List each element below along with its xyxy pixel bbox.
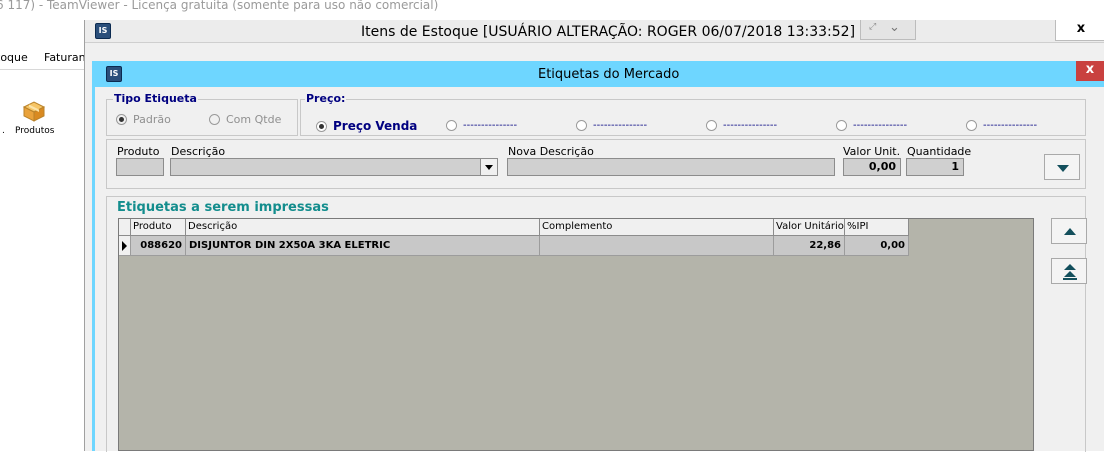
quantidade-input[interactable]: 1 <box>906 158 964 176</box>
radio-dot-icon <box>966 120 977 131</box>
etiquetas-section-title: Etiquetas a serem impressas <box>117 200 329 215</box>
radio-preco-6-label: --------------- <box>983 120 1038 131</box>
cell-complemento[interactable] <box>540 236 774 256</box>
dialog-title: Etiquetas do Mercado <box>538 67 680 82</box>
nova-descricao-label: Nova Descrição <box>508 145 594 158</box>
radio-dot-icon <box>836 120 847 131</box>
radio-dot-icon <box>576 120 587 131</box>
teamviewer-title-bar: 6 117) - TeamViewer - Licença gratuita (… <box>0 0 1104 20</box>
radio-dot-icon <box>316 120 327 132</box>
restore-icon[interactable]: ⤢ <box>869 22 876 32</box>
produtos-box-icon[interactable] <box>22 100 46 122</box>
radio-preco-5-label: --------------- <box>853 120 908 131</box>
radio-preco-3[interactable]: --------------- <box>576 120 647 131</box>
add-item-button[interactable] <box>1044 154 1080 180</box>
grid-col-ipi[interactable]: %IPI <box>845 219 909 236</box>
radio-dot-icon <box>209 114 220 125</box>
itens-estoque-title: Itens de Estoque [USUÁRIO ALTERAÇÃO: ROG… <box>361 24 856 40</box>
valor-unit-input[interactable]: 0,00 <box>843 158 901 176</box>
row-pointer-icon <box>119 236 131 256</box>
background-app: toque Faturan . Produtos <box>0 20 92 451</box>
table-row[interactable]: 088620 DISJUNTOR DIN 2X50A 3KA ELETRIC 2… <box>119 236 909 256</box>
double-arrow-up-icon-lower <box>1064 271 1076 277</box>
arrow-up-icon <box>1064 228 1076 235</box>
grid-header: Produto Descrição Complemento Valor Unit… <box>119 219 909 236</box>
double-arrow-up-icon <box>1064 264 1076 270</box>
move-up-button[interactable] <box>1051 218 1087 244</box>
menu-faturamento[interactable]: Faturan <box>44 51 86 64</box>
etiquetas-grid[interactable]: Produto Descrição Complemento Valor Unit… <box>118 218 1034 451</box>
radio-preco-venda-label: Preço Venda <box>333 119 418 133</box>
itens-estoque-title-bar[interactable]: IS Itens de Estoque [USUÁRIO ALTERAÇÃO: … <box>85 20 1104 43</box>
arrow-down-icon <box>1057 165 1069 172</box>
radio-padrao-label: Padrão <box>133 113 171 126</box>
radio-preco-3-label: --------------- <box>593 120 648 131</box>
radio-preco-2[interactable]: --------------- <box>446 120 517 131</box>
valor-unit-label: Valor Unit. <box>843 145 901 158</box>
grid-col-descricao[interactable]: Descrição <box>186 219 540 236</box>
tipo-etiqueta-caption: Tipo Etiqueta <box>113 92 198 105</box>
radio-dot-icon <box>706 120 717 131</box>
cell-ipi[interactable]: 0,00 <box>845 236 909 256</box>
window-resize-controls[interactable]: ⤢ ⌄ <box>860 20 916 40</box>
grid-indicator-header <box>119 219 131 236</box>
bar-icon <box>1063 278 1077 280</box>
quantidade-label: Quantidade <box>907 145 972 158</box>
app-logo-icon: IS <box>106 66 122 82</box>
menu-divider <box>0 69 92 70</box>
app-logo-icon: IS <box>95 23 111 39</box>
nova-descricao-input[interactable] <box>507 158 835 176</box>
dialog-title-bar[interactable]: IS Etiquetas do Mercado <box>92 61 1104 87</box>
move-top-button[interactable] <box>1051 258 1087 284</box>
descricao-combo[interactable] <box>170 158 498 176</box>
grid-col-complemento[interactable]: Complemento <box>540 219 774 236</box>
grid-col-produto[interactable]: Produto <box>131 219 186 236</box>
produto-input[interactable] <box>116 158 164 176</box>
radio-com-qtde[interactable]: Com Qtde <box>209 113 281 126</box>
radio-dot-icon <box>446 120 457 131</box>
menu-estoque[interactable]: toque <box>0 51 28 64</box>
grid-col-valor-unitario[interactable]: Valor Unitário <box>774 219 845 236</box>
dialog-close-button[interactable]: x <box>1076 61 1104 81</box>
dialog-border <box>92 87 95 451</box>
chevron-down-icon[interactable] <box>480 159 497 175</box>
toolbar-dot: . <box>2 126 5 136</box>
cell-produto[interactable]: 088620 <box>131 236 186 256</box>
descricao-label: Descrição <box>171 145 226 158</box>
radio-padrao[interactable]: Padrão <box>116 113 171 126</box>
radio-preco-6[interactable]: --------------- <box>966 120 1037 131</box>
radio-preco-2-label: --------------- <box>463 120 518 131</box>
preco-caption: Preço: <box>305 92 347 105</box>
radio-preco-4[interactable]: --------------- <box>706 120 777 131</box>
produto-label: Produto <box>117 145 160 158</box>
radio-preco-4-label: --------------- <box>723 120 778 131</box>
itens-estoque-close-button[interactable]: x <box>1055 20 1104 41</box>
produtos-label[interactable]: Produtos <box>15 126 54 136</box>
radio-preco-venda[interactable]: Preço Venda <box>316 119 417 133</box>
radio-preco-5[interactable]: --------------- <box>836 120 907 131</box>
teamviewer-title: 6 117) - TeamViewer - Licença gratuita (… <box>0 0 439 12</box>
cell-descricao[interactable]: DISJUNTOR DIN 2X50A 3KA ELETRIC <box>186 236 540 256</box>
radio-com-qtde-label: Com Qtde <box>226 113 282 126</box>
radio-dot-icon <box>116 114 127 125</box>
cell-valor-unitario[interactable]: 22,86 <box>774 236 845 256</box>
chevron-down-icon[interactable]: ⌄ <box>889 20 900 35</box>
